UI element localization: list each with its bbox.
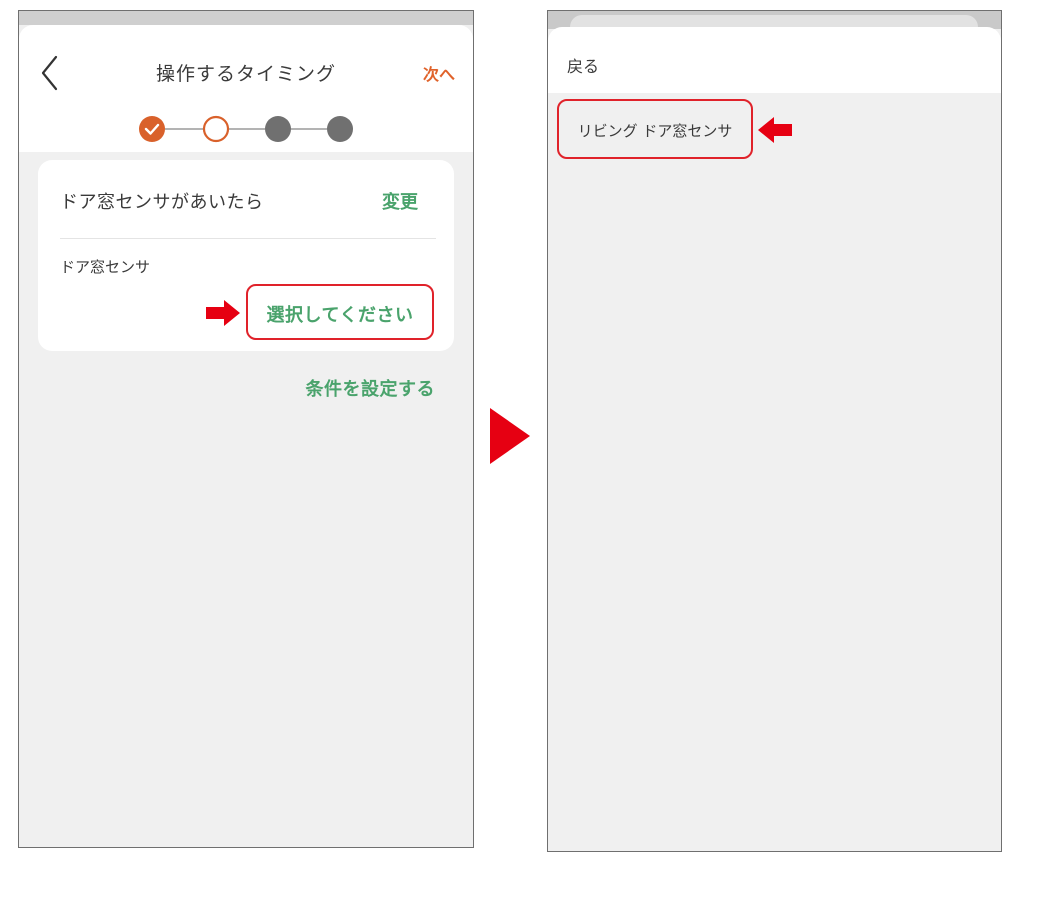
condition-title: ドア窓センサがあいたら	[60, 192, 264, 213]
page-title: 操作するタイミング	[155, 63, 336, 85]
sensor-field-label: ドア窓センサ	[60, 258, 151, 276]
select-placeholder: 選択してください	[266, 305, 414, 326]
triangle-right-icon	[490, 408, 530, 464]
step-1-completed	[139, 116, 165, 142]
set-conditions-button[interactable]: 条件を設定する	[306, 375, 436, 401]
header: 戻る	[548, 27, 1001, 93]
timing-settings-screen: 操作するタイミング 次へ ドア窓センサがあいたら 変更 ドア窓センサ 選択してく…	[18, 10, 474, 848]
list-item-label: リビング ドア窓センサ	[577, 122, 733, 140]
step-3-inactive	[265, 116, 291, 142]
step-2-current	[202, 115, 230, 143]
header: 操作するタイミング 次へ	[19, 25, 473, 152]
sensor-select-button[interactable]: 選択してください	[246, 284, 434, 340]
step-4-inactive	[327, 116, 353, 142]
step-indicator	[139, 115, 353, 143]
arrow-left-icon	[758, 117, 792, 143]
tutorial-stage: 操作するタイミング 次へ ドア窓センサがあいたら 変更 ドア窓センサ 選択してく…	[0, 0, 1058, 906]
sensor-list-screen: 戻る リビング ドア窓センサ	[547, 10, 1002, 852]
arrow-right-icon	[206, 300, 240, 326]
next-button[interactable]: 次へ	[423, 61, 455, 85]
condition-card: ドア窓センサがあいたら 変更 ドア窓センサ 選択してください	[38, 160, 454, 351]
status-strip	[19, 11, 473, 25]
change-button[interactable]: 変更	[382, 188, 418, 214]
back-button[interactable]: 戻る	[567, 53, 599, 77]
list-item[interactable]: リビング ドア窓センサ	[557, 99, 753, 159]
divider	[60, 238, 436, 239]
